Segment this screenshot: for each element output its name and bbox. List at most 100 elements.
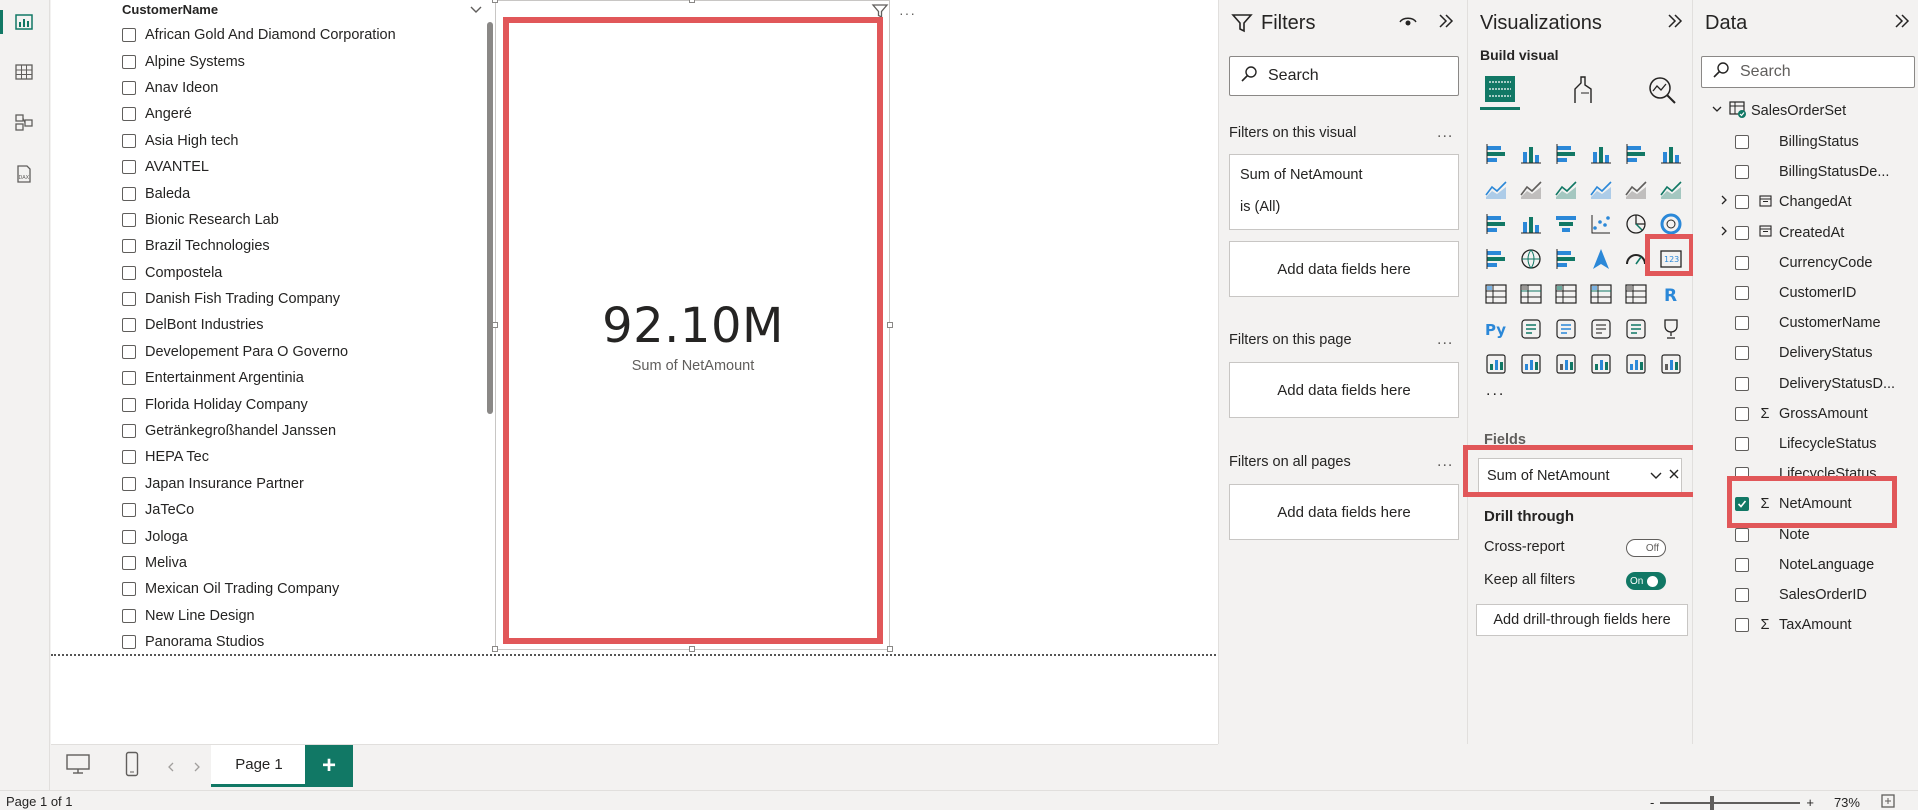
- table-node[interactable]: SalesOrderSet: [1711, 96, 1846, 126]
- add-page-filter-field[interactable]: Add data fields here: [1229, 362, 1459, 418]
- field-row[interactable]: NoteLanguage: [1719, 550, 1874, 580]
- slicer-checkbox[interactable]: [122, 54, 136, 69]
- slicer-item[interactable]: Mexican Oil Trading Company: [122, 576, 462, 602]
- 100-stacked-area-chart-icon[interactable]: [1583, 171, 1618, 206]
- report-view-icon[interactable]: [0, 8, 38, 36]
- slicer-checkbox[interactable]: [122, 160, 136, 175]
- slicer-icon[interactable]: [1548, 276, 1583, 311]
- fit-to-page-icon[interactable]: [1880, 793, 1896, 810]
- filters-all-pages-more[interactable]: ...: [1437, 453, 1453, 471]
- data-search-input[interactable]: Search: [1701, 56, 1915, 88]
- power-apps-icon[interactable]: [1548, 346, 1583, 381]
- add-report-filter-field[interactable]: Add data fields here: [1229, 484, 1459, 540]
- add-drill-through-button[interactable]: Add drill-through fields here: [1476, 604, 1688, 636]
- filters-search-input[interactable]: Search: [1229, 56, 1459, 96]
- format-visual-tab-icon[interactable]: [1562, 70, 1602, 110]
- more-icon[interactable]: [1653, 346, 1688, 381]
- filters-on-visual-more[interactable]: ...: [1437, 124, 1453, 142]
- slicer-item[interactable]: Florida Holiday Company: [122, 391, 462, 417]
- analytics-tab-icon[interactable]: [1642, 70, 1682, 110]
- field-checkbox[interactable]: [1735, 618, 1749, 633]
- add-page-button[interactable]: +: [305, 745, 353, 787]
- smart-narrative-icon[interactable]: [1618, 346, 1653, 381]
- line-chart-icon[interactable]: [1478, 171, 1513, 206]
- field-checkbox[interactable]: [1735, 255, 1749, 270]
- narrative-icon[interactable]: [1618, 311, 1653, 346]
- slicer-item[interactable]: Bionic Research Lab: [122, 207, 462, 233]
- chevron-right-icon[interactable]: [1719, 194, 1735, 210]
- customer-slicer[interactable]: CustomerName African Gold And Diamond Co…: [67, 0, 527, 652]
- field-row[interactable]: BillingStatusDe...: [1719, 157, 1889, 187]
- stacked-column-chart-icon[interactable]: [1513, 136, 1548, 171]
- field-row[interactable]: CurrencyCode: [1719, 248, 1873, 278]
- slicer-item[interactable]: Brazil Technologies: [122, 233, 462, 259]
- slicer-checkbox[interactable]: [122, 608, 136, 623]
- table-view-icon[interactable]: [10, 58, 38, 86]
- collapse-visualizations-icon[interactable]: [1666, 12, 1684, 33]
- field-checkbox[interactable]: [1735, 527, 1749, 542]
- field-checkbox[interactable]: [1735, 135, 1749, 149]
- slicer-checkbox[interactable]: [122, 397, 136, 412]
- slicer-checkbox[interactable]: [122, 450, 136, 465]
- clustered-bar-chart-icon[interactable]: [1548, 136, 1583, 171]
- multi-row-card-icon[interactable]: [1478, 276, 1513, 311]
- slicer-checkbox[interactable]: [122, 635, 136, 650]
- chevron-down-icon[interactable]: [1711, 103, 1723, 119]
- field-checkbox[interactable]: [1735, 557, 1749, 572]
- collapse-filters-icon[interactable]: [1437, 12, 1455, 33]
- zoom-out-button[interactable]: -: [1650, 795, 1654, 810]
- kpi-icon[interactable]: [1513, 276, 1548, 311]
- more-visuals-button[interactable]: ...: [1486, 382, 1505, 400]
- zoom-slider[interactable]: [1660, 795, 1801, 810]
- filters-on-page-more[interactable]: ...: [1437, 331, 1453, 349]
- field-row[interactable]: DeliveryStatus: [1719, 338, 1872, 368]
- line-clustered-column-chart-icon[interactable]: [1618, 171, 1653, 206]
- matrix-icon[interactable]: [1618, 276, 1653, 311]
- slicer-checkbox[interactable]: [122, 344, 136, 359]
- slicer-item[interactable]: Compostela: [122, 260, 462, 286]
- waterfall-chart-icon[interactable]: [1513, 206, 1548, 241]
- slicer-checkbox[interactable]: [122, 186, 136, 201]
- resize-handle[interactable]: [492, 0, 498, 3]
- zoom-slider-thumb[interactable]: [1710, 795, 1715, 810]
- slicer-item[interactable]: DelBont Industries: [122, 312, 462, 338]
- slicer-checkbox[interactable]: [122, 107, 136, 122]
- field-checkbox[interactable]: [1735, 286, 1749, 300]
- page-tab-1[interactable]: Page 1: [211, 745, 307, 787]
- slicer-item[interactable]: Panorama Studios: [122, 629, 462, 655]
- table-icon[interactable]: [1583, 276, 1618, 311]
- prev-page-icon[interactable]: [167, 759, 175, 775]
- stacked-area-chart-icon[interactable]: [1548, 171, 1583, 206]
- field-checkbox[interactable]: [1735, 588, 1749, 602]
- slicer-checkbox[interactable]: [122, 503, 136, 518]
- python-visual-icon[interactable]: Py: [1478, 311, 1513, 346]
- slicer-checkbox[interactable]: [122, 292, 136, 307]
- field-row[interactable]: LifecycleStatus: [1719, 429, 1877, 459]
- model-view-icon[interactable]: [10, 108, 38, 136]
- clustered-column-chart-icon[interactable]: [1583, 136, 1618, 171]
- slicer-item[interactable]: Entertainment Argentinia: [122, 365, 462, 391]
- slicer-checkbox[interactable]: [122, 265, 136, 280]
- field-row[interactable]: CreatedAt: [1719, 218, 1844, 248]
- slicer-checkbox[interactable]: [122, 371, 136, 386]
- area-chart-icon[interactable]: [1513, 171, 1548, 206]
- new-card-icon[interactable]: [1513, 346, 1548, 381]
- resize-handle[interactable]: [887, 646, 893, 652]
- qa-icon[interactable]: [1583, 311, 1618, 346]
- slicer-checkbox[interactable]: [122, 476, 136, 491]
- slicer-scrollbar[interactable]: [487, 22, 493, 414]
- field-row[interactable]: DeliveryStatusD...: [1719, 369, 1895, 399]
- slicer-item[interactable]: Angeré: [122, 101, 462, 127]
- field-row[interactable]: CustomerID: [1719, 278, 1856, 308]
- field-checkbox[interactable]: [1735, 316, 1749, 331]
- slicer-item[interactable]: Alpine Systems: [122, 48, 462, 74]
- scatter-chart-icon[interactable]: [1583, 206, 1618, 241]
- card-visual[interactable]: 92.10M Sum of NetAmount: [503, 17, 883, 644]
- treemap-icon[interactable]: [1478, 241, 1513, 276]
- resize-handle[interactable]: [492, 646, 498, 652]
- decomposition-tree-icon[interactable]: [1548, 311, 1583, 346]
- report-canvas[interactable]: CustomerName African Gold And Diamond Co…: [51, 0, 1218, 744]
- slicer-item[interactable]: Anav Ideon: [122, 75, 462, 101]
- field-row[interactable]: ChangedAt: [1719, 187, 1852, 217]
- cross-report-toggle[interactable]: Off: [1626, 539, 1666, 557]
